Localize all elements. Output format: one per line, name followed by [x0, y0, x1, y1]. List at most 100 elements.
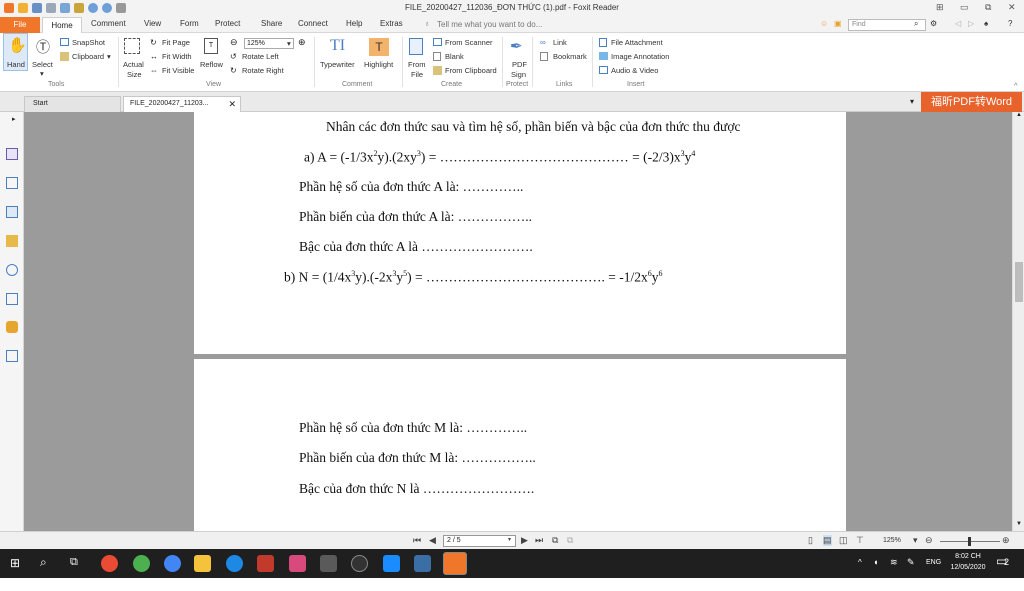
typewriter-button[interactable]: Typewriter — [320, 60, 355, 69]
zoom-out-icon[interactable]: ⊖ — [925, 535, 933, 546]
image-annotation-button[interactable]: Image Annotation — [611, 52, 669, 61]
rotate-right-button[interactable]: Rotate Right — [242, 66, 284, 75]
task-view-icon[interactable]: ⧉ — [70, 556, 78, 569]
search-icon[interactable]: ⌕ — [914, 19, 918, 29]
clock-date[interactable]: 12/05/2020 — [946, 564, 990, 571]
tab-file[interactable]: File — [0, 17, 40, 33]
help-icon[interactable]: ? — [1008, 19, 1012, 28]
bookmark-button[interactable]: Bookmark — [553, 52, 587, 61]
calculator-icon[interactable] — [320, 555, 337, 572]
tab-home[interactable]: Home — [42, 17, 82, 34]
fit-page-button[interactable]: Fit Page — [162, 38, 190, 47]
zoom-dropdown-icon[interactable]: ▾ — [287, 39, 291, 48]
edge-icon[interactable] — [226, 555, 243, 572]
continuous-view-icon[interactable]: ▤ — [823, 535, 832, 546]
zoom-slider-thumb[interactable] — [968, 537, 971, 546]
tab-protect[interactable]: Protect — [215, 19, 240, 28]
reflow-button[interactable]: Reflow — [200, 60, 223, 69]
from-clipboard-button[interactable]: From Clipboard — [445, 66, 497, 75]
collapse-ribbon-icon[interactable]: ^ — [1014, 81, 1018, 90]
facing-view-icon[interactable]: ◫ — [839, 535, 848, 546]
rotate-left-button[interactable]: Rotate Left — [242, 52, 279, 61]
foxit-reader-taskbar-icon[interactable] — [443, 552, 467, 575]
next-result-icon[interactable]: ▷ — [968, 19, 974, 28]
last-page-icon[interactable]: ⏭ — [535, 535, 543, 546]
previous-page-icon[interactable]: ◀ — [429, 535, 436, 546]
maximize-icon[interactable]: ⧉ — [985, 2, 991, 13]
ribbon-display-icon[interactable]: ⊞ — [936, 2, 944, 13]
unity-icon[interactable] — [351, 555, 368, 572]
zoom-in-icon[interactable]: ⊕ — [1002, 535, 1010, 546]
tab-view[interactable]: View — [144, 19, 161, 28]
app-grid-icon[interactable] — [257, 555, 274, 572]
scroll-down-icon[interactable]: ▼ — [1016, 521, 1022, 527]
audio-video-button[interactable]: Audio & Video — [611, 66, 658, 75]
paint-icon[interactable] — [289, 555, 306, 572]
zoom-out-magnifier-icon[interactable]: ⊖ — [230, 37, 238, 48]
close-icon[interactable]: ✕ — [1008, 2, 1016, 13]
tags-panel-icon[interactable] — [6, 350, 18, 362]
chrome-icon[interactable] — [101, 555, 118, 572]
previous-view-icon[interactable]: ⧉ — [552, 535, 558, 546]
clock-time[interactable]: 8:02 CH — [950, 553, 986, 560]
tab-connect[interactable]: Connect — [298, 19, 328, 28]
layers-panel-icon[interactable] — [6, 206, 18, 218]
pages-panel-icon[interactable] — [6, 177, 18, 189]
next-view-icon[interactable]: ⧉ — [567, 535, 573, 546]
split-view-icon[interactable]: ⊤ — [856, 535, 864, 546]
fit-width-button[interactable]: Fit Width — [162, 52, 192, 61]
pdf-sign-label[interactable]: PDF — [512, 60, 527, 69]
volume-icon[interactable]: ◖ — [873, 557, 878, 567]
next-page-icon[interactable]: ▶ — [521, 535, 528, 546]
file-explorer-icon[interactable] — [194, 555, 211, 572]
bookmarks-panel-icon[interactable] — [6, 148, 18, 160]
from-file-label-2[interactable]: File — [411, 70, 423, 79]
tab-share[interactable]: Share — [261, 19, 282, 28]
vertical-scrollbar[interactable]: ▲ ▼ — [1012, 112, 1024, 531]
document-viewport[interactable]: Nhân các đơn thức sau và tìm hệ số, phần… — [24, 112, 1012, 531]
highlight-button[interactable]: Highlight — [364, 60, 393, 69]
zoom-in-magnifier-icon[interactable]: ⊕ — [298, 37, 306, 48]
clipboard-dropdown-icon[interactable]: ▾ — [107, 52, 111, 61]
file-attachment-button[interactable]: File Attachment — [611, 38, 663, 47]
pdf-to-word-promo-button[interactable]: 福昕PDF转Word — [921, 92, 1022, 112]
pen-icon[interactable]: ✎ — [907, 557, 915, 568]
page-dropdown-icon[interactable]: ▾ — [508, 536, 511, 543]
page-number-input[interactable]: 2 / 5 — [443, 535, 516, 547]
clipboard-button[interactable]: Clipboard — [72, 52, 104, 61]
shop-icon[interactable]: ▣ — [834, 19, 842, 28]
zalo-icon[interactable] — [383, 555, 400, 572]
tab-extras[interactable]: Extras — [380, 19, 403, 28]
network-icon[interactable]: ≋ — [890, 557, 898, 568]
cococ-icon[interactable] — [133, 555, 150, 572]
security-lock-icon[interactable] — [6, 321, 18, 333]
settings-gear-icon[interactable]: ⚙ — [930, 19, 937, 28]
zoom-menu-icon[interactable]: ▾ — [913, 535, 918, 546]
comments-panel-icon[interactable] — [6, 235, 18, 247]
snapshot-button[interactable]: SnapShot — [72, 38, 105, 47]
single-page-view-icon[interactable]: ▯ — [808, 535, 813, 546]
actual-size-label-2[interactable]: Size — [127, 70, 142, 79]
tab-form[interactable]: Form — [180, 19, 199, 28]
link-button[interactable]: Link — [553, 38, 567, 47]
tab-comment[interactable]: Comment — [91, 19, 126, 28]
notification-bell-icon[interactable]: ♠ — [984, 19, 988, 28]
scroll-up-icon[interactable]: ▲ — [1016, 112, 1022, 118]
from-scanner-button[interactable]: From Scanner — [445, 38, 493, 47]
photos-icon[interactable] — [414, 555, 431, 572]
close-tab-icon[interactable]: ✕ — [228, 97, 236, 111]
smiley-icon[interactable]: ☺ — [820, 19, 828, 28]
search-icon[interactable]: ⌕ — [40, 555, 47, 570]
windows-start-icon[interactable]: ⊞ — [10, 556, 20, 570]
scrollbar-thumb[interactable] — [1015, 262, 1023, 302]
input-language[interactable]: ENG — [926, 559, 941, 566]
zoom-level[interactable]: 125% — [883, 537, 901, 544]
actual-size-label[interactable]: Actual — [123, 60, 144, 69]
minimize-icon[interactable]: ▭ — [960, 2, 969, 13]
pdf-sign-label-2[interactable]: Sign — [511, 70, 526, 79]
tab-start[interactable]: Start — [24, 96, 121, 112]
show-hidden-icons-icon[interactable]: ^ — [858, 558, 862, 567]
prev-result-icon[interactable]: ◁ — [955, 19, 961, 28]
tab-document[interactable]: FILE_20200427_11203... ✕ — [123, 96, 241, 112]
chrome-alt-icon[interactable] — [164, 555, 181, 572]
